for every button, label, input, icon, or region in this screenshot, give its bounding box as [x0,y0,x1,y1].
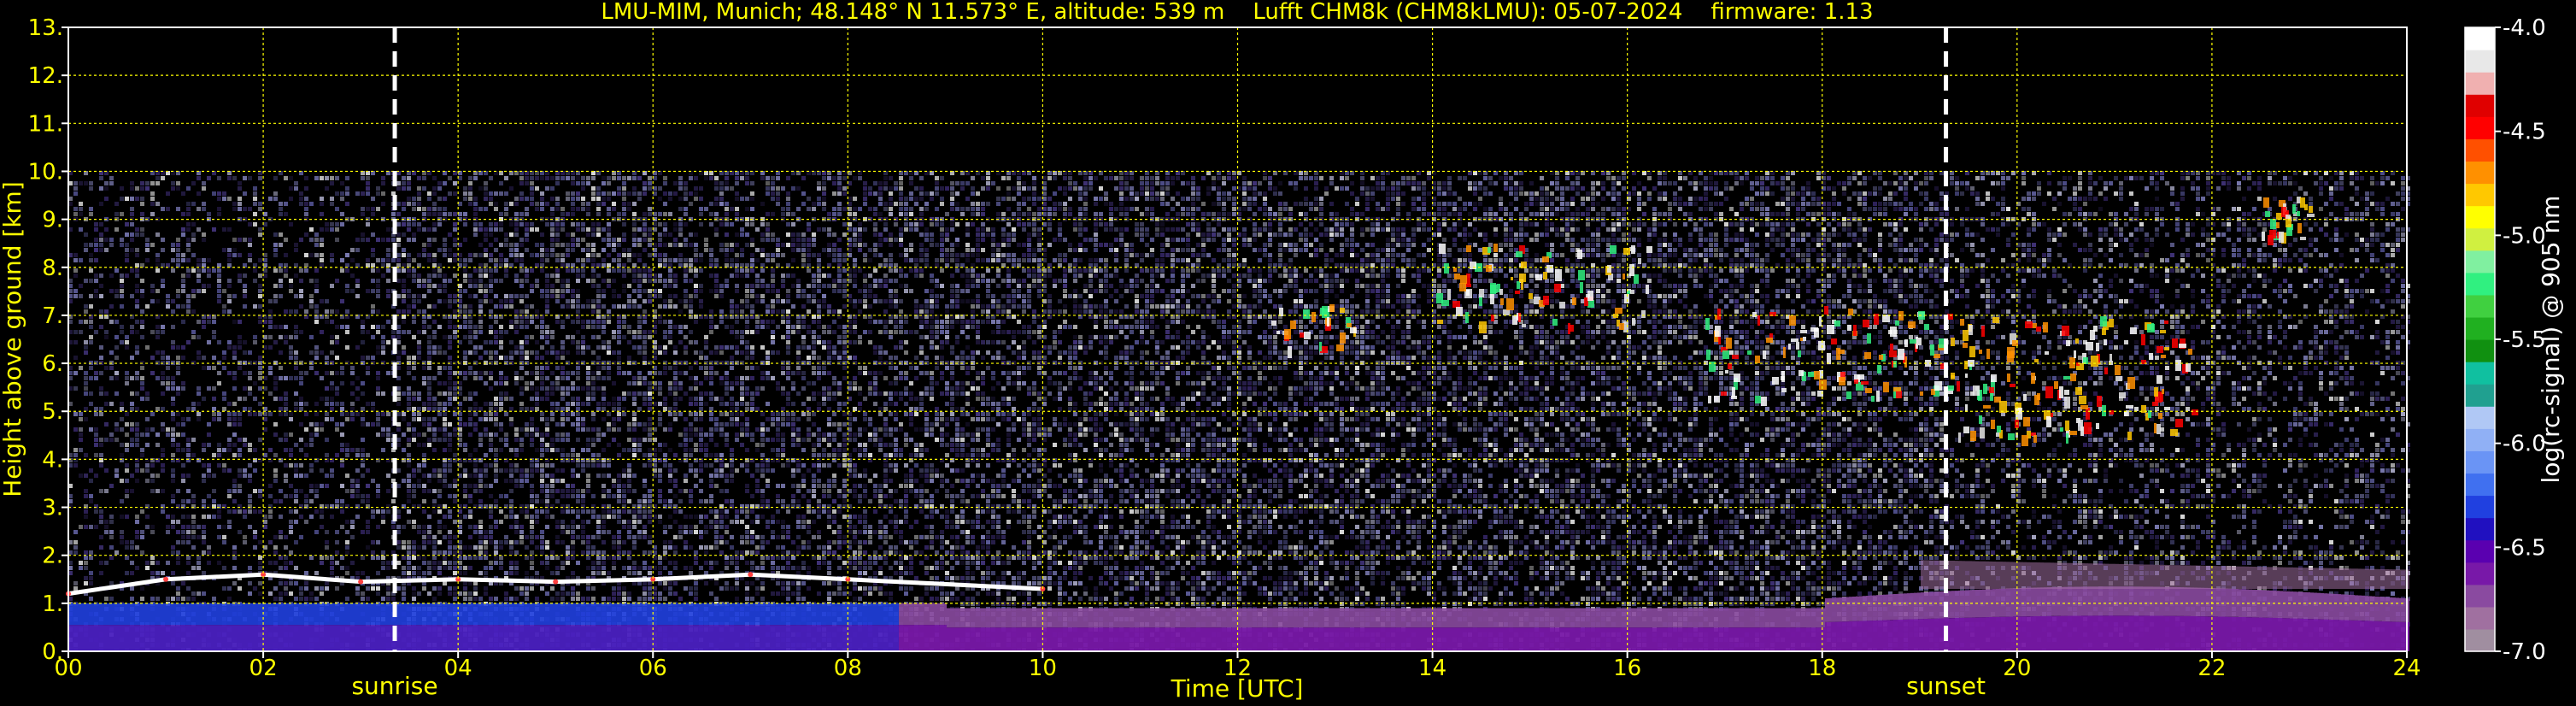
marker-label-sunrise: sunrise [351,672,437,700]
marker-label-sunset: sunset [1906,672,1986,700]
x-tick-label: 06 [639,656,667,681]
x-tick-label: 10 [1029,656,1057,681]
x-tick-label: 18 [1808,656,1836,681]
colorbar-segment [2465,273,2495,296]
y-tick-label: 13. [28,15,63,41]
colorbar-segment [2465,629,2495,652]
boundary-layer-point [163,577,168,582]
x-tick-label: 04 [444,656,472,681]
colorbar-segment [2465,450,2495,474]
boundary-layer-point [748,572,753,577]
y-tick-label: 0. [42,639,63,665]
colorbar-tick-label: -7.0 [2503,639,2546,665]
chart-title: LMU-MIM, Munich; 48.148° N 11.573° E, al… [601,0,1873,25]
x-axis-label: Time [UTC] [1171,674,1304,703]
x-tick-label: 24 [2392,656,2421,681]
x-tick-label: 20 [2003,656,2031,681]
colorbar-segment [2465,362,2495,385]
colorbar-segment [2465,295,2495,318]
boundary-layer-point [553,580,558,585]
colorbar-segment [2465,228,2495,251]
y-tick-label: 1. [42,591,63,617]
colorbar-segment [2465,184,2495,207]
colorbar-segment [2465,384,2495,407]
y-tick-label: 12. [28,63,63,89]
y-axis-ticks: 0. 1. 2. 3. 4. 5. 6. 7. 8. 9. 10. 11. 12. 13. [28,15,68,665]
boundary-layer-point [358,580,363,585]
colorbar-segment [2465,138,2495,162]
colorbar-segment [2465,406,2495,429]
colorbar-segment [2465,161,2495,184]
colorbar-segment [2465,428,2495,451]
y-tick-label: 3. [42,496,63,521]
colorbar-tick-label: -4.5 [2503,120,2546,145]
y-tick-label: 9. [42,208,63,233]
colorbar-segment [2465,607,2495,630]
colorbar-segment [2465,72,2495,95]
y-axis-label: Height above ground [km] [0,181,26,497]
ceilometer-chart: LMU-MIM, Munich; 48.148° N 11.573° E, al… [0,0,2576,706]
colorbar-segment [2465,250,2495,274]
colorbar-segment [2465,518,2495,541]
colorbar-segment [2465,339,2495,362]
x-tick-label: 08 [834,656,862,681]
y-tick-label: 5. [42,399,63,425]
x-tick-label: 02 [249,656,278,681]
x-tick-label: 14 [1418,656,1446,681]
colorbar-segment [2465,562,2495,585]
colorbar-label: log(rc-signal) @ 905 nm [2537,196,2565,484]
x-tick-label: 22 [2198,656,2226,681]
x-tick-label: 16 [1613,656,1641,681]
colorbar-segment [2465,585,2495,608]
colorbar-segment [2465,27,2495,50]
y-tick-label: 11. [28,111,63,137]
y-tick-label: 8. [42,256,63,281]
y-tick-label: 2. [42,544,63,569]
colorbar-segment [2465,540,2495,563]
colorbar-segment [2465,206,2495,229]
colorbar-tick-label: -4.0 [2503,15,2546,41]
y-tick-label: 6. [42,351,63,377]
y-tick-label: 4. [42,447,63,473]
y-tick-label: 7. [42,303,63,329]
colorbar-segment [2465,473,2495,496]
colorbar-segment [2465,50,2495,73]
y-tick-label: 10. [28,159,63,185]
colorbar-segment [2465,317,2495,340]
colorbar-segment [2465,116,2495,139]
colorbar: -4.0-4.5-5.0-5.5-6.0-6.5-7.0 [2465,15,2546,665]
colorbar-segment [2465,94,2495,117]
colorbar-segment [2465,496,2495,519]
colorbar-tick-label: -6.5 [2503,535,2546,561]
